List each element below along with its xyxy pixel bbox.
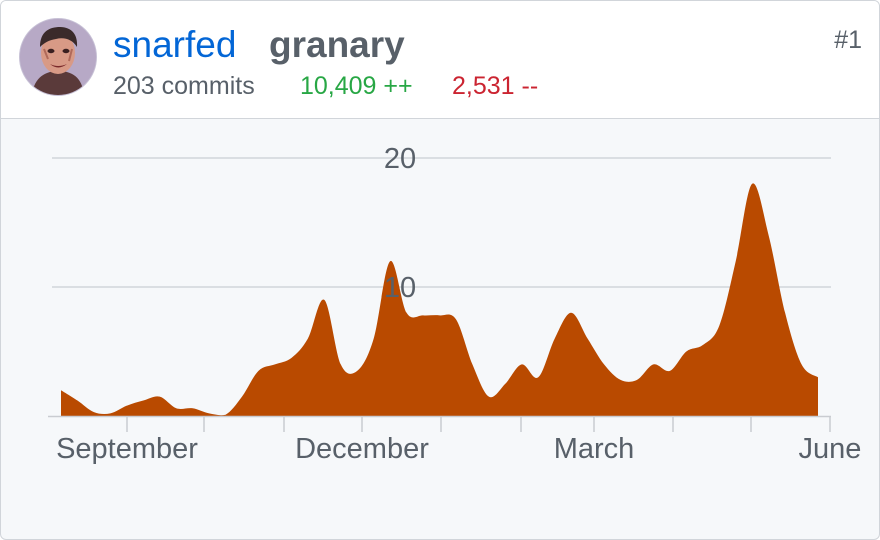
x-tick-label: June (799, 433, 862, 465)
y-tick-label: 20 (384, 143, 416, 175)
y-tick-label: 10 (384, 272, 416, 304)
commit-activity-chart: 10 20 September December March June (48, 143, 862, 465)
x-tick-label: December (295, 433, 429, 465)
x-tick-label: September (56, 433, 198, 465)
x-tick-label: March (554, 433, 635, 465)
contributor-card: snarfed granary #1 203 commits 10,409 ++… (0, 0, 880, 540)
commit-area-series (61, 183, 818, 416)
